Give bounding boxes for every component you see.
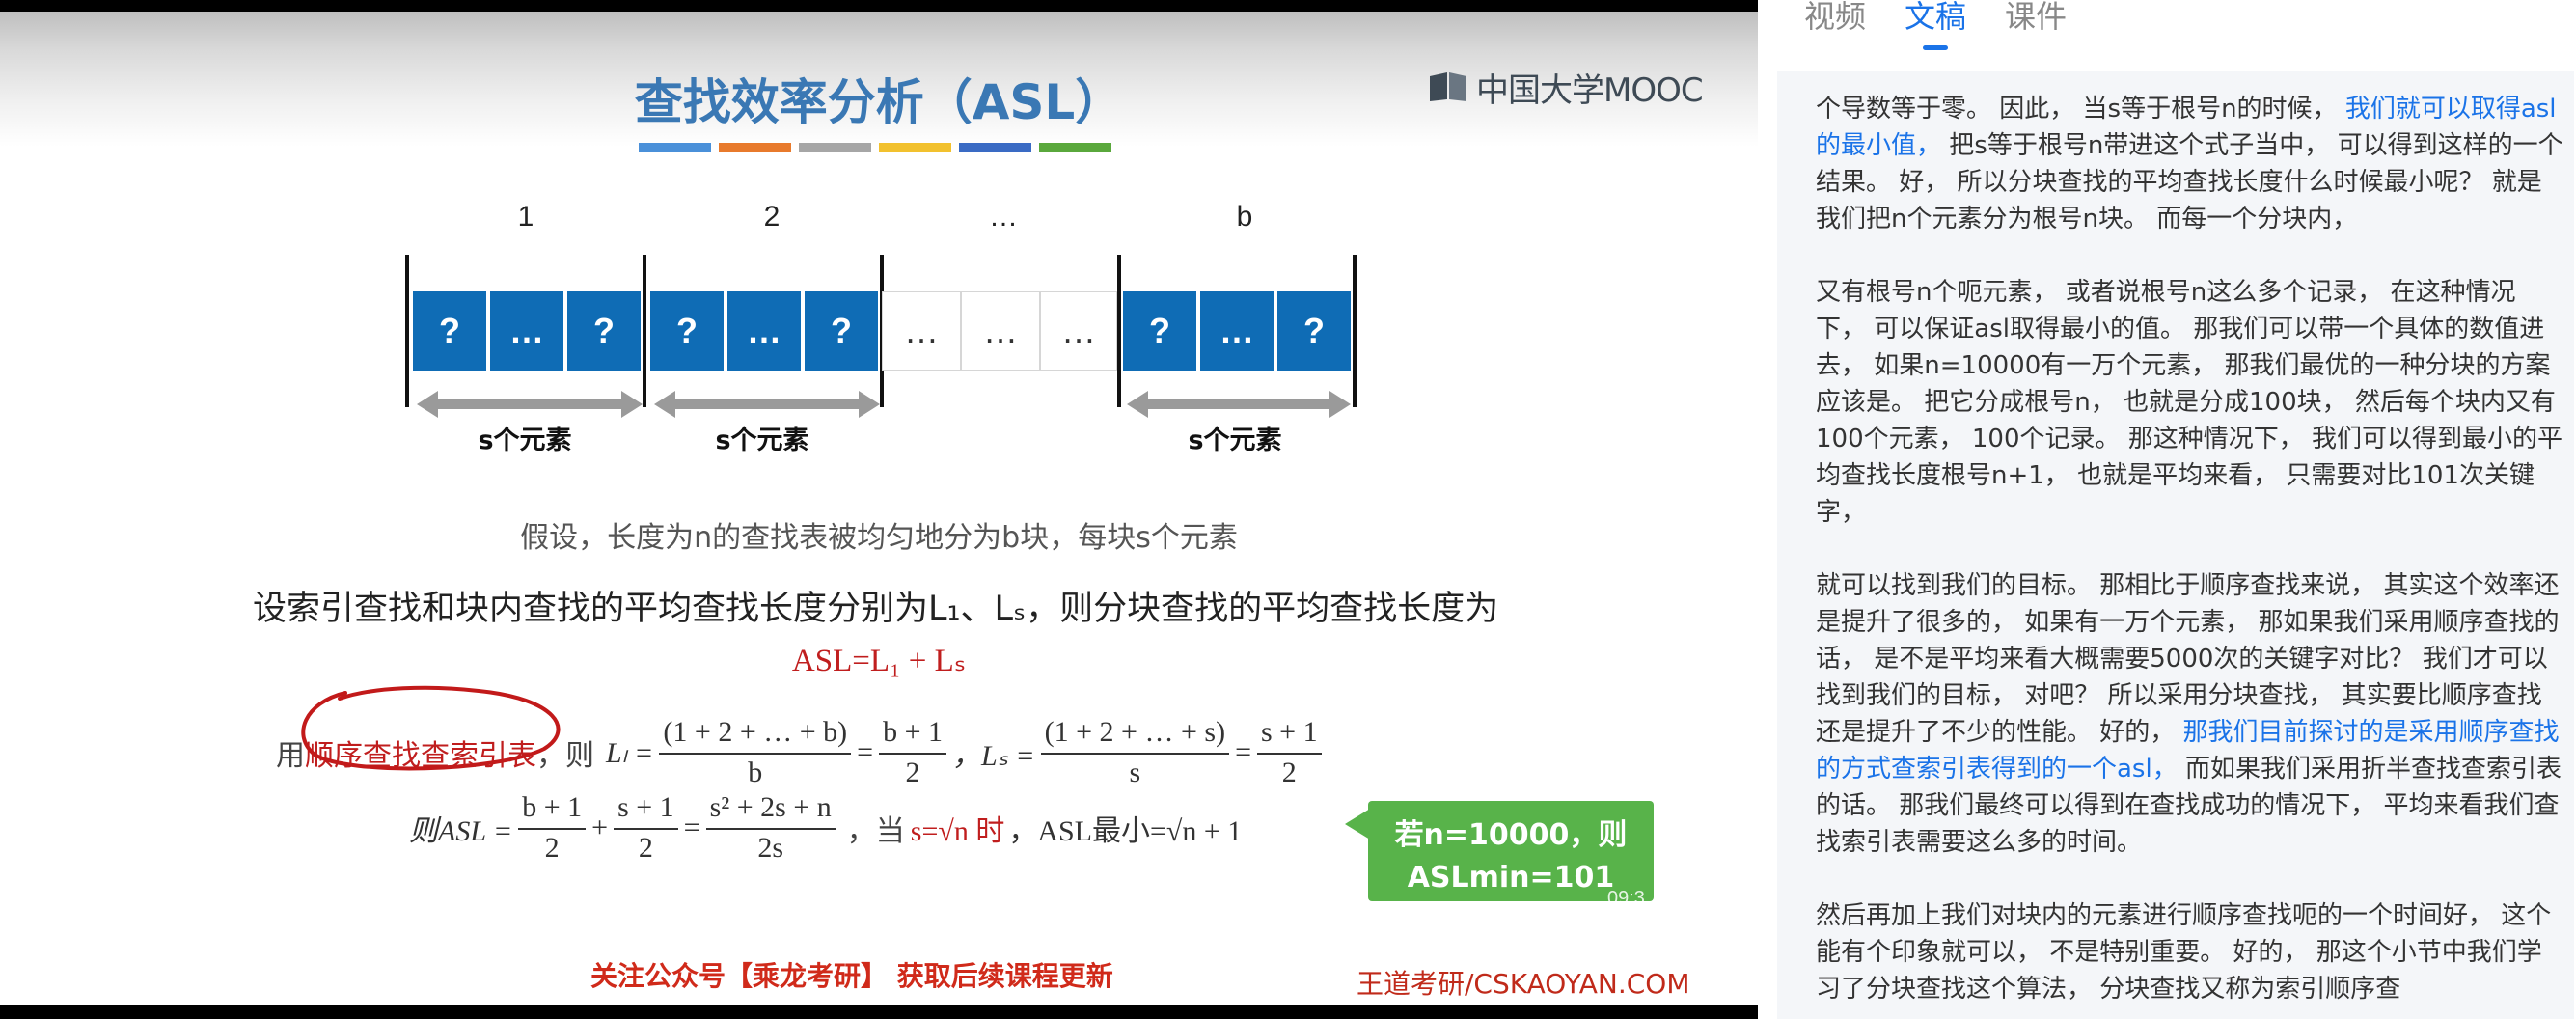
title-color-bar (1039, 143, 1111, 152)
slide-footer-promo: 关注公众号【乘龙考研】 获取后续课程更新 (590, 960, 1113, 992)
r2-fraction-1: b + 12 (518, 791, 587, 865)
title-color-bar (879, 143, 951, 152)
transcript-text: 个导数等于零。 因此， 当s等于根号n的时候， (1816, 95, 2345, 124)
r2-f3-numerator: s² + 2s + n (705, 791, 836, 830)
lecture-slide: 查找效率分析（ASL） 中国大学MOOC 1 2 … b ? … ? ? … ?… (0, 12, 1758, 1005)
block-label-1: 1 (517, 201, 534, 233)
element-cell: ? (1123, 291, 1196, 371)
hand-drawn-circle (301, 685, 561, 771)
element-cell: … (1200, 291, 1274, 371)
callout-line-1: 若n=10000，则 (1394, 818, 1628, 852)
panel-tabs: 视频 文稿 课件 (1804, 0, 2067, 50)
transcript-area[interactable]: 个导数等于零。 因此， 当s等于根号n的时候， 我们就可以取得asl的最小值， … (1777, 71, 2574, 1019)
li-result-denominator: 2 (905, 757, 920, 788)
title-color-bar (959, 143, 1031, 152)
li-numerator: (1 + 2 + … + b) (659, 716, 852, 755)
block-label-2: 2 (763, 201, 781, 233)
block-divider (1117, 255, 1121, 407)
title-color-bar (799, 143, 871, 152)
li-denominator: b (748, 757, 763, 788)
block-divider (643, 255, 646, 407)
ls-result-numerator: s + 1 (1256, 716, 1322, 755)
assumption-text: 假设，长度为n的查找表被均匀地分为b块，每块s个元素 (520, 521, 1238, 555)
li-result-numerator: b + 1 (879, 716, 947, 755)
element-cell: ? (567, 291, 641, 371)
asl-formula: ASL=L₁ + Lₛ (791, 644, 967, 678)
r2-fraction-2: s + 12 (614, 791, 678, 865)
transcript-text: 然后再加上我们对块内的元素进行顺序查找呃的一个时间好， 这个能有个印象就可以， … (1816, 901, 2552, 1004)
side-panel: 视频 文稿 课件 个导数等于零。 因此， 当s等于根号n的时候， 我们就可以取得… (1758, 0, 2576, 1019)
ls-label: ，Lₛ = (952, 740, 1035, 772)
element-cell: ? (413, 291, 486, 371)
transcript-paragraph: 就可以找到我们的目标。 那相比于顺序查找来说， 其实这个效率还是提升了很多的， … (1816, 567, 2564, 861)
equals-sign: = (1235, 736, 1251, 768)
asl-prefix: 则ASL = (409, 815, 513, 847)
li-result-fraction: b + 12 (879, 716, 947, 789)
definition-text: 设索引查找和块内查找的平均查找长度分别为L₁、Lₛ，则分块查找的平均查找长度为 (253, 590, 1499, 628)
element-cell: … (727, 291, 801, 371)
block-divider (405, 255, 409, 407)
block-label-ellipsis: … (989, 201, 1018, 233)
r2-f2-numerator: s + 1 (614, 791, 678, 830)
callout-arrow (1345, 809, 1370, 840)
double-arrow-icon (654, 391, 880, 418)
ls-denominator: s (1129, 757, 1141, 788)
plus-sign: + (591, 812, 609, 843)
mooc-logo-text: 中国大学MOOC (1476, 70, 1704, 110)
s-elements-label: s个元素 (715, 426, 809, 455)
double-arrow-icon (1127, 391, 1351, 418)
r2-f2-denominator: 2 (638, 832, 653, 864)
li-label: Lₗ = (606, 736, 654, 769)
r2-fraction-3: s² + 2s + n 2s (705, 791, 836, 865)
video-bottom-bar (0, 1005, 1758, 1019)
transcript-text: 又有根号n个呃元素， 或者说根号n这么多个记录， 在这种情况下， 可以保证asl… (1816, 278, 2563, 527)
asl-min-text: ，ASL最小=√n + 1 (1008, 815, 1243, 847)
title-color-bar (639, 143, 711, 152)
ls-result-denominator: 2 (1281, 757, 1297, 788)
when-text: ，当 (846, 814, 905, 848)
transcript-paragraph: 个导数等于零。 因此， 当s等于根号n的时候， 我们就可以取得asl的最小值， … (1816, 91, 2564, 237)
equals-sign: = (683, 812, 700, 843)
li-fraction: (1 + 2 + … + b) b (659, 716, 852, 789)
video-top-bar (0, 0, 1758, 12)
mooc-logo: 中国大学MOOC (1428, 66, 1704, 110)
double-arrow-icon (417, 391, 643, 418)
s-elements-label: s个元素 (478, 426, 572, 455)
element-cell: ? (805, 291, 878, 371)
ellipsis-cell: … (961, 291, 1040, 371)
slide-footer-brand: 王道考研/CSKAOYAN.COM (1357, 968, 1690, 1000)
ellipsis-cell: … (882, 291, 961, 371)
span-arrows (417, 391, 1351, 418)
video-player[interactable]: 查找效率分析（ASL） 中国大学MOOC 1 2 … b ? … ? ? … ?… (0, 0, 1758, 1019)
example-callout: 若n=10000，则 ASLmin=101 (1368, 801, 1654, 901)
transcript-paragraph: 然后再加上我们对块内的元素进行顺序查找呃的一个时间好， 这个能有个印象就可以， … (1816, 897, 2564, 1007)
ls-result-fraction: s + 12 (1256, 716, 1322, 789)
title-color-bars (639, 143, 1111, 152)
element-cell: ? (1277, 291, 1351, 371)
r2-f1-denominator: 2 (544, 832, 560, 864)
element-cell: … (490, 291, 563, 371)
s-elements-label: s个元素 (1188, 426, 1282, 455)
equals-sign: = (857, 736, 874, 768)
ellipsis-cell: … (1040, 291, 1117, 371)
element-cell: ? (650, 291, 724, 371)
mooc-book-icon (1430, 72, 1466, 101)
condition-text: s=√n 时 (910, 815, 1005, 847)
tab-transcript[interactable]: 文稿 (1905, 0, 1966, 50)
block-label-b: b (1236, 201, 1253, 233)
tab-courseware[interactable]: 课件 (2005, 0, 2067, 50)
r2-f1-numerator: b + 1 (518, 791, 587, 830)
ls-fraction: (1 + 2 + … + s) s (1040, 716, 1230, 789)
r2-f3-denominator: 2s (757, 832, 784, 864)
tab-video[interactable]: 视频 (1804, 0, 1866, 50)
block-divider (1353, 255, 1357, 407)
video-timestamp: 09:3 (1607, 888, 1645, 909)
title-color-bar (719, 143, 791, 152)
ls-numerator: (1 + 2 + … + s) (1040, 716, 1230, 755)
transcript-paragraph: 又有根号n个呃元素， 或者说根号n这么多个记录， 在这种情况下， 可以保证asl… (1816, 274, 2564, 531)
formula-row-2: 则ASL = b + 12 + s + 12 = s² + 2s + n 2s ，… (409, 791, 1242, 865)
